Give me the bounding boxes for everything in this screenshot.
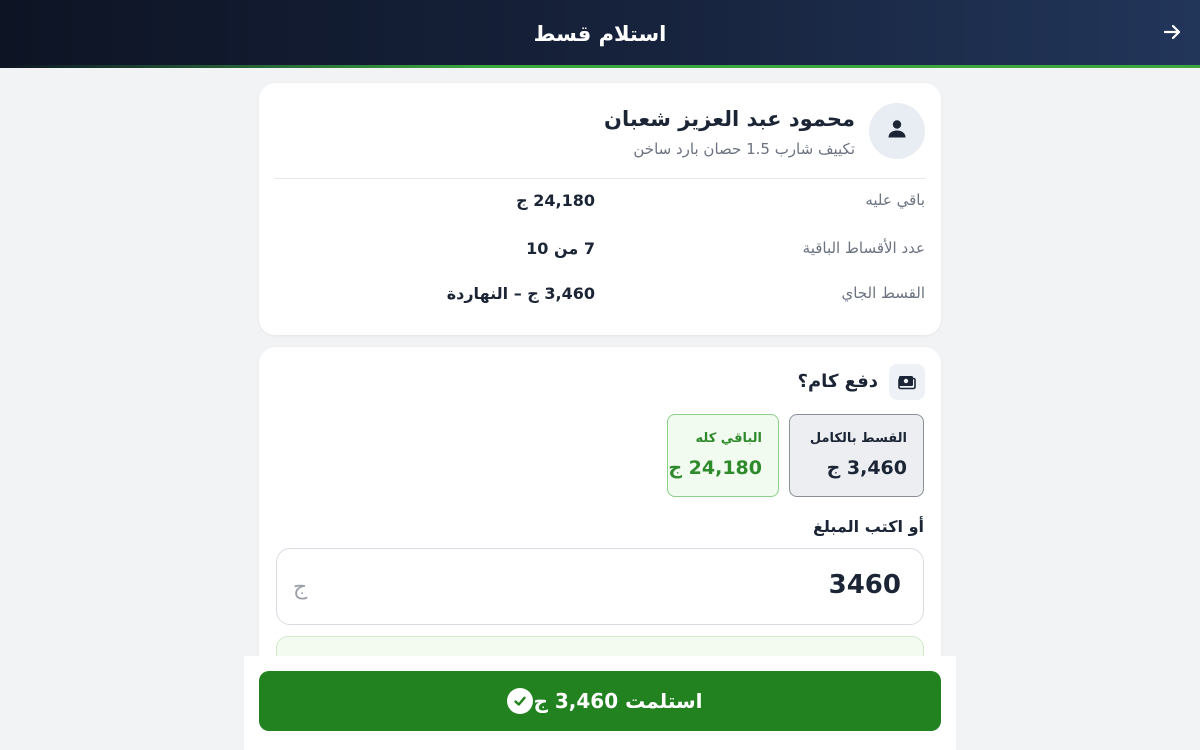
summary-label: عدد الأقساط الباقية bbox=[802, 239, 925, 257]
option-label: القسط بالكامل bbox=[809, 431, 907, 446]
page-title: استلام قسط bbox=[533, 22, 667, 46]
option-remaining-all[interactable]: الباقي كله 24,180 ج bbox=[667, 414, 779, 497]
option-label: الباقي كله bbox=[695, 431, 762, 446]
summary-label: القسط الجاي bbox=[841, 284, 925, 302]
person-icon bbox=[885, 117, 909, 145]
payment-title: دفع كام؟ bbox=[797, 371, 878, 392]
summary-value: 3,460 ج – النهاردة bbox=[446, 284, 595, 303]
option-value: 3,460 ج bbox=[826, 457, 907, 479]
top-bar: استلام قسط bbox=[0, 0, 1200, 68]
bottom-action-bar: استلمت 3,460 ج bbox=[244, 656, 956, 750]
currency-label: ج bbox=[293, 575, 308, 600]
customer-name: محمود عبد العزيز شعبان bbox=[604, 107, 855, 131]
summary-row-remaining: باقي عليه 24,180 ج bbox=[275, 191, 925, 215]
customer-product: تكييف شارب 1.5 حصان بارد ساخن bbox=[633, 140, 855, 158]
custom-amount-label: أو اكتب المبلغ bbox=[812, 517, 924, 536]
payment-card: دفع كام؟ القسط بالكامل 3,460 ج الباقي كل… bbox=[259, 347, 941, 677]
option-full-installment[interactable]: القسط بالكامل 3,460 ج bbox=[789, 414, 924, 497]
customer-card: محمود عبد العزيز شعبان تكييف شارب 1.5 حص… bbox=[259, 83, 941, 335]
divider bbox=[275, 178, 925, 179]
summary-row-next-installment: القسط الجاي 3,460 ج – النهاردة bbox=[275, 284, 925, 308]
arrow-right-icon bbox=[1162, 22, 1182, 46]
summary-label: باقي عليه bbox=[865, 191, 925, 209]
summary-value: 24,180 ج bbox=[516, 191, 595, 210]
check-circle-icon bbox=[507, 688, 534, 714]
confirm-label: استلمت 3,460 ج bbox=[533, 689, 703, 713]
confirm-payment-button[interactable]: استلمت 3,460 ج bbox=[259, 671, 941, 731]
cash-icon bbox=[889, 364, 925, 400]
summary-row-installments-left: عدد الأقساط الباقية 7 من 10 bbox=[275, 239, 925, 263]
option-value: 24,180 ج bbox=[668, 457, 762, 479]
customer-info: محمود عبد العزيز شعبان تكييف شارب 1.5 حص… bbox=[275, 103, 925, 163]
amount-value: 3460 bbox=[828, 570, 901, 600]
back-button[interactable] bbox=[1158, 20, 1186, 48]
amount-input[interactable]: 3460 ج bbox=[276, 548, 924, 625]
summary-value: 7 من 10 bbox=[526, 239, 595, 258]
header-accent-line bbox=[0, 65, 1200, 68]
avatar bbox=[869, 103, 925, 159]
